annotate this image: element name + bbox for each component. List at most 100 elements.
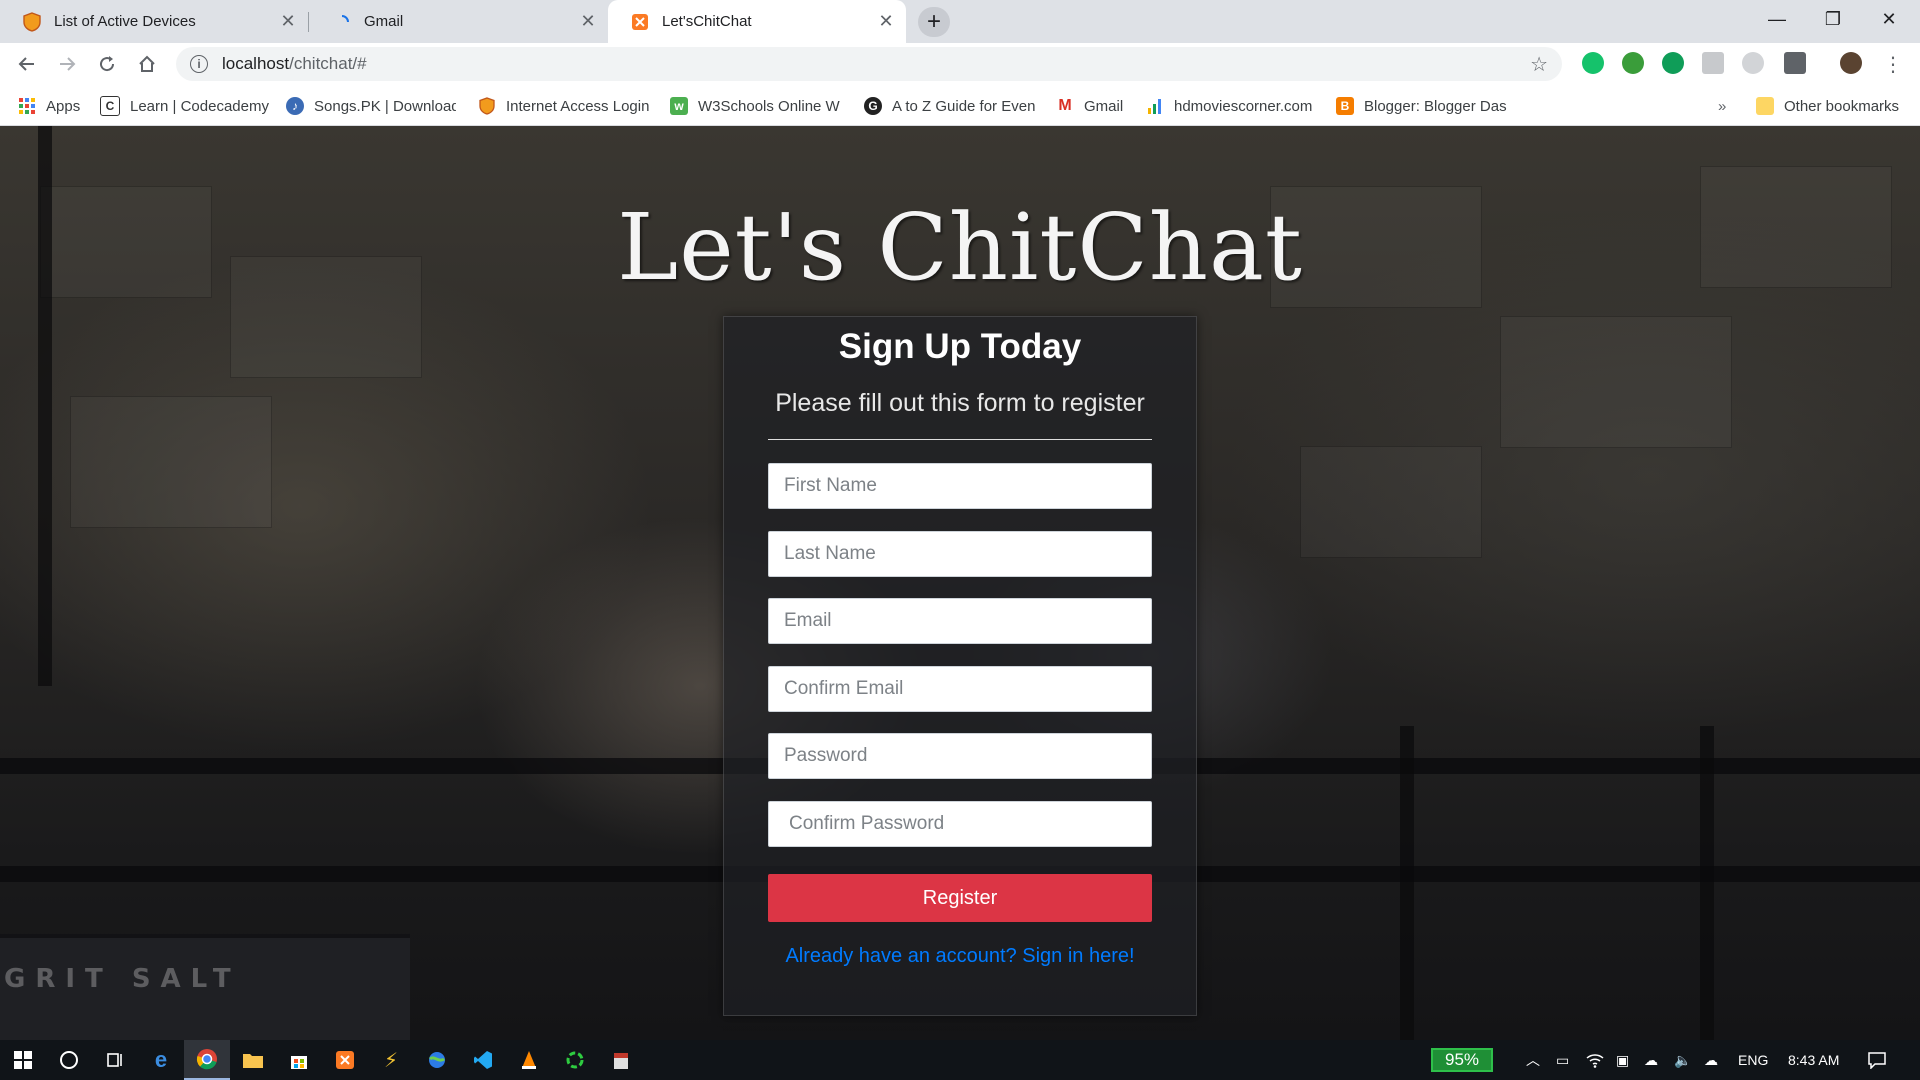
tab-title: Let'sChitChat bbox=[662, 13, 752, 30]
address-bar[interactable]: i localhost/chitchat/# ☆ bbox=[176, 47, 1562, 81]
apps-grid-icon bbox=[18, 97, 36, 115]
grammarly-icon[interactable] bbox=[1582, 52, 1604, 74]
loading-icon bbox=[332, 12, 352, 32]
volume-icon[interactable]: 🔈 bbox=[1674, 1040, 1691, 1080]
minimize-button[interactable]: — bbox=[1754, 0, 1800, 38]
close-window-button[interactable]: ✕ bbox=[1866, 0, 1912, 38]
star-icon[interactable]: ☆ bbox=[1530, 52, 1548, 77]
file-explorer-icon[interactable] bbox=[230, 1040, 276, 1080]
g-icon: G bbox=[864, 97, 882, 115]
form-subheading: Please fill out this form to register bbox=[775, 389, 1145, 417]
tab-active-devices[interactable]: List of Active Devices ✕ bbox=[0, 0, 308, 43]
vscode-icon[interactable] bbox=[460, 1040, 506, 1080]
cloud-icon[interactable]: ☁ bbox=[1704, 1040, 1718, 1080]
tab-chitchat[interactable]: Let'sChitChat ✕ bbox=[608, 0, 906, 43]
task-view-icon[interactable] bbox=[92, 1040, 138, 1080]
bookmark-label: Other bookmarks bbox=[1784, 97, 1900, 115]
bookmark-label: Songs.PK | Download bbox=[314, 97, 456, 115]
bookmark-atoz[interactable]: G A to Z Guide for Even bbox=[864, 95, 1035, 117]
tray-chevron-icon[interactable]: ︿ bbox=[1526, 1040, 1540, 1080]
bookmark-gmail[interactable]: M Gmail bbox=[1056, 95, 1123, 117]
songspk-icon: ♪ bbox=[286, 97, 304, 115]
bookmark-w3schools[interactable]: w W3Schools Online W bbox=[670, 95, 840, 117]
battery-indicator[interactable]: 95% bbox=[1431, 1048, 1493, 1072]
vlc-icon[interactable] bbox=[506, 1040, 552, 1080]
confirm-password-input[interactable] bbox=[768, 801, 1152, 847]
close-icon[interactable]: ✕ bbox=[874, 10, 898, 34]
archive-app-icon[interactable] bbox=[598, 1040, 644, 1080]
sync-app-icon[interactable] bbox=[552, 1040, 598, 1080]
xampp-icon[interactable] bbox=[322, 1040, 368, 1080]
other-bookmarks[interactable]: Other bookmarks bbox=[1756, 95, 1899, 117]
menu-icon[interactable]: ⋮ bbox=[1878, 49, 1908, 79]
clock-time[interactable]: 8:43 AM bbox=[1788, 1040, 1839, 1080]
bookmark-codecademy[interactable]: C Learn | Codecademy bbox=[100, 95, 269, 117]
bookmarks-overflow-button[interactable]: » bbox=[1718, 95, 1726, 117]
extension-globe-icon[interactable] bbox=[1622, 52, 1644, 74]
action-center-icon[interactable] bbox=[1868, 1040, 1886, 1080]
battery-icon[interactable]: ▭ bbox=[1556, 1040, 1569, 1080]
bookmark-apps[interactable]: Apps bbox=[18, 95, 80, 117]
store-icon[interactable] bbox=[276, 1040, 322, 1080]
extension-green-icon[interactable] bbox=[1662, 52, 1684, 74]
back-button[interactable] bbox=[12, 49, 42, 79]
bookmark-label: Learn | Codecademy bbox=[130, 97, 269, 115]
network-icon[interactable]: ▣ bbox=[1616, 1040, 1629, 1080]
language-indicator[interactable]: ENG bbox=[1738, 1040, 1768, 1080]
bookmark-songspk[interactable]: ♪ Songs.PK | Download bbox=[286, 95, 456, 117]
pdf-extension-icon[interactable] bbox=[1702, 52, 1724, 74]
last-name-input[interactable] bbox=[768, 531, 1152, 577]
sign-in-link[interactable]: Already have an account? Sign in here! bbox=[724, 945, 1196, 968]
restore-button[interactable]: ❐ bbox=[1810, 0, 1856, 38]
new-tab-button[interactable]: + bbox=[918, 7, 950, 37]
bookmark-label: Internet Access Login bbox=[506, 97, 650, 115]
bookmark-blogger[interactable]: B Blogger: Blogger Das bbox=[1336, 95, 1507, 117]
forward-button[interactable] bbox=[52, 49, 82, 79]
bookmarks-bar: Apps C Learn | Codecademy ♪ Songs.PK | D… bbox=[0, 85, 1920, 126]
info-icon[interactable]: i bbox=[190, 55, 208, 73]
tab-strip: List of Active Devices ✕ Gmail ✕ Let'sCh… bbox=[0, 0, 1920, 43]
page-content: GRIT SALT Let's ChitChat Sign Up Today P… bbox=[0, 126, 1920, 1040]
tab-divider bbox=[308, 12, 309, 32]
first-name-input[interactable] bbox=[768, 463, 1152, 509]
reload-button[interactable] bbox=[92, 49, 122, 79]
blogger-icon: B bbox=[1336, 97, 1354, 115]
password-input[interactable] bbox=[768, 733, 1152, 779]
codecademy-icon: C bbox=[100, 96, 120, 116]
wifi-icon[interactable] bbox=[1586, 1040, 1604, 1080]
drive-extension-icon[interactable] bbox=[1742, 52, 1764, 74]
profile-avatar[interactable] bbox=[1840, 52, 1862, 74]
chrome-icon[interactable] bbox=[184, 1040, 230, 1080]
confirm-email-input[interactable] bbox=[768, 666, 1152, 712]
sublime-icon[interactable]: ⚡ bbox=[368, 1040, 414, 1080]
home-button[interactable] bbox=[132, 49, 162, 79]
email-input[interactable] bbox=[768, 598, 1152, 644]
background-sign-text: GRIT SALT bbox=[4, 964, 241, 994]
url-text: localhost/chitchat/# bbox=[222, 54, 367, 73]
form-divider bbox=[768, 439, 1152, 440]
bar-chart-icon bbox=[1146, 97, 1164, 115]
cortana-icon[interactable] bbox=[46, 1040, 92, 1080]
tab-gmail[interactable]: Gmail ✕ bbox=[310, 0, 608, 43]
bookmark-label: Apps bbox=[46, 97, 81, 115]
globe-app-icon[interactable] bbox=[414, 1040, 460, 1080]
browser-toolbar: i localhost/chitchat/# ☆ ⋮ bbox=[0, 43, 1920, 85]
bookmark-label: Gmail bbox=[1084, 97, 1124, 115]
background-post bbox=[1700, 726, 1714, 1040]
background-stone bbox=[1300, 446, 1482, 558]
gmail-icon: M bbox=[1058, 97, 1072, 114]
bookmark-label: Blogger: Blogger Das bbox=[1364, 97, 1507, 115]
bookmark-hdmovies[interactable]: hdmoviescorner.com bbox=[1146, 95, 1312, 117]
pen-extension-icon[interactable] bbox=[1784, 52, 1806, 74]
windows-start-icon[interactable] bbox=[0, 1040, 46, 1080]
w3schools-icon: w bbox=[670, 97, 688, 115]
close-icon[interactable]: ✕ bbox=[276, 10, 300, 34]
bookmark-internet-login[interactable]: Internet Access Login bbox=[478, 95, 649, 117]
onedrive-sync-icon[interactable]: ☁ bbox=[1644, 1040, 1658, 1080]
bookmark-label: W3Schools Online W bbox=[698, 97, 840, 115]
close-icon[interactable]: ✕ bbox=[576, 10, 600, 34]
shield-icon bbox=[22, 11, 42, 32]
edge-icon[interactable]: e bbox=[138, 1040, 184, 1080]
tab-title: Gmail bbox=[364, 13, 404, 30]
register-button[interactable]: Register bbox=[768, 874, 1152, 922]
